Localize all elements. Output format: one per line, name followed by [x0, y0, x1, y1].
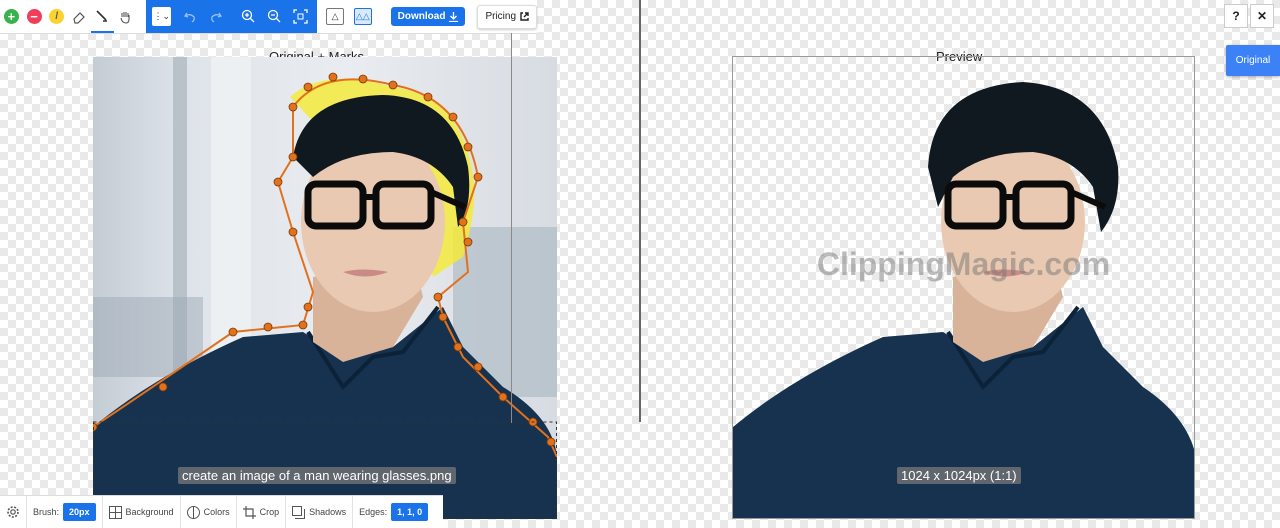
background-grid-icon: [108, 505, 122, 519]
chevron-down-icon: ⋮⌄: [153, 11, 170, 21]
shadows-button[interactable]: Shadows: [286, 496, 354, 528]
single-view-button[interactable]: △: [326, 8, 344, 25]
original-photo-art: [93, 57, 557, 519]
original-toggle-button[interactable]: Original: [1226, 45, 1280, 76]
edges-label: Edges:: [359, 507, 388, 517]
brush-size-value[interactable]: 20px: [63, 503, 96, 521]
zoom-in-icon: [241, 9, 255, 23]
scalpel-icon: [96, 9, 108, 22]
download-label: Download: [397, 11, 446, 22]
dual-view-button[interactable]: △△: [353, 8, 372, 25]
brush-size-control[interactable]: Brush: 20px: [27, 496, 103, 528]
remove-tool-button[interactable]: −: [23, 0, 46, 33]
eraser-tool-button[interactable]: [68, 0, 91, 33]
split-handle[interactable]: [511, 33, 512, 423]
help-icon: ?: [1232, 9, 1240, 23]
hair-tool-button[interactable]: /: [45, 0, 68, 33]
preview-photo[interactable]: [732, 56, 1195, 519]
colors-label: Colors: [203, 507, 230, 517]
edges-control[interactable]: Edges: 1, 1, 0: [353, 496, 434, 528]
scalpel-tool-button[interactable]: [90, 0, 114, 33]
zoom-out-icon: [267, 9, 281, 23]
hair-brush-icon: /: [49, 9, 65, 24]
edit-segment: ⋮⌄: [146, 0, 318, 33]
edges-value[interactable]: 1, 1, 0: [391, 503, 429, 521]
original-photo[interactable]: [93, 57, 557, 519]
crop-label: Crop: [259, 507, 280, 517]
single-view-icon: △: [331, 11, 339, 21]
dual-view-icon: △△: [355, 11, 370, 21]
colors-button[interactable]: Colors: [181, 496, 237, 528]
close-button[interactable]: ✕: [1250, 4, 1274, 28]
external-link-icon: [520, 12, 529, 21]
pricing-button[interactable]: Pricing: [477, 4, 538, 29]
colors-icon: [186, 505, 200, 519]
undo-button[interactable]: [177, 0, 203, 33]
filename-caption: create an image of a man wearing glasses…: [178, 467, 456, 484]
watermark-text: ClippingMagic.com: [816, 246, 1111, 282]
pricing-label: Pricing: [485, 11, 517, 22]
help-button[interactable]: ?: [1224, 4, 1248, 28]
undo-icon: [184, 12, 196, 23]
hand-icon: [120, 11, 130, 24]
zoom-in-button[interactable]: [235, 0, 261, 33]
plus-icon: +: [3, 9, 19, 24]
crop-button[interactable]: Crop: [237, 496, 287, 528]
background-button[interactable]: Background: [103, 496, 181, 528]
bottom-bar: Brush: 20px Background Colors Crop Shado…: [0, 495, 443, 528]
top-toolbar: + − / ⋮⌄ △ △△ Download Pricing: [0, 0, 538, 34]
shadows-label: Shadows: [309, 507, 347, 517]
download-button[interactable]: Download: [390, 7, 466, 26]
background-label: Background: [125, 507, 174, 517]
eraser-icon: [73, 11, 86, 24]
close-icon: ✕: [1256, 9, 1268, 23]
minus-icon: −: [26, 9, 42, 24]
zoom-out-button[interactable]: [261, 0, 287, 33]
dimensions-caption: 1024 x 1024px (1:1): [897, 467, 1021, 484]
gear-icon: [7, 506, 19, 518]
fit-view-button[interactable]: [287, 0, 313, 33]
tool-options-dropdown[interactable]: ⋮⌄: [152, 7, 172, 26]
redo-icon: [211, 12, 223, 23]
fit-screen-icon: [293, 9, 308, 24]
crop-icon: [242, 505, 256, 519]
pan-tool-button[interactable]: [114, 0, 137, 33]
original-label: Original: [1235, 55, 1271, 66]
panel-divider[interactable]: [639, 0, 641, 422]
download-icon: [449, 11, 459, 22]
shadows-icon: [292, 505, 306, 519]
redo-button[interactable]: [203, 0, 229, 33]
settings-button[interactable]: [0, 496, 27, 528]
brush-label: Brush:: [33, 507, 60, 517]
preview-photo-art: [733, 82, 1194, 518]
keep-tool-button[interactable]: +: [0, 0, 23, 33]
